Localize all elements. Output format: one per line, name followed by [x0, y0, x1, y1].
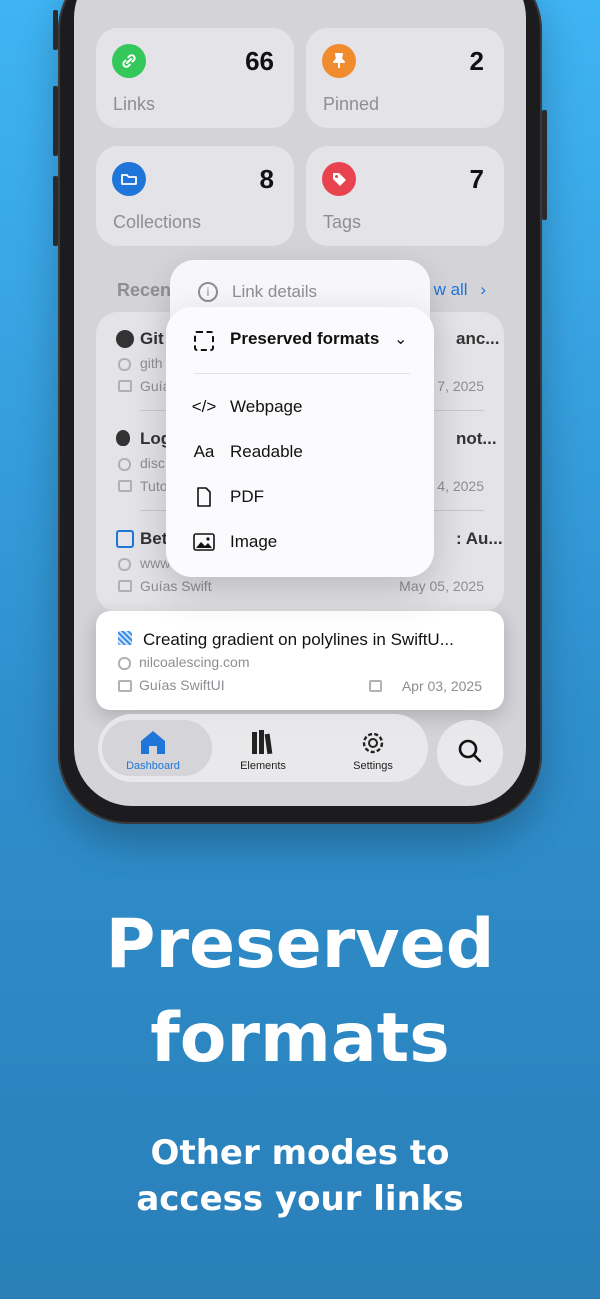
- menu-item-label: Readable: [230, 442, 303, 461]
- link-icon: [118, 558, 131, 571]
- row-folder: Guías Swift: [140, 578, 212, 594]
- row-folder: Tuto: [140, 478, 168, 494]
- row-url: disc: [140, 455, 165, 471]
- link-icon: [118, 458, 131, 471]
- row-title-tail: anc...: [456, 329, 500, 348]
- tab-dashboard[interactable]: Dashboard: [98, 714, 212, 782]
- row-title: Creating gradient on polylines in SwiftU…: [143, 630, 454, 649]
- menu-divider: [194, 373, 410, 374]
- photo-icon: [186, 530, 222, 554]
- headline: Preserved formats: [0, 898, 600, 1086]
- menu-item-image[interactable]: Image: [166, 522, 434, 562]
- menu-item-readable[interactable]: Aa Readable: [166, 432, 434, 472]
- row-date: May 05, 2025: [399, 578, 484, 594]
- site-icon: [116, 530, 134, 548]
- stat-count: 66: [245, 46, 274, 76]
- stat-count: 7: [469, 164, 484, 194]
- stat-card-pinned[interactable]: 2 Pinned: [306, 28, 504, 128]
- menu-item-label: Image: [230, 532, 278, 551]
- folder-icon: [118, 580, 132, 592]
- preserved-formats-menu: Preserved formats ⌄ </> Webpage Aa Reada…: [166, 307, 434, 577]
- stat-card-tags[interactable]: 7 Tags: [306, 146, 504, 246]
- gear-icon: [358, 728, 388, 758]
- row-date: 4, 2025: [437, 478, 484, 494]
- row-title: Bet: [140, 529, 168, 548]
- subheadline-line2: access your links: [136, 1179, 464, 1219]
- subheadline: Other modes to access your links: [0, 1130, 600, 1222]
- pin-icon: [322, 44, 356, 78]
- stat-card-collections[interactable]: 8 Collections: [96, 146, 294, 246]
- view-all-label: w all: [433, 280, 468, 299]
- site-favicon-icon: [118, 631, 132, 645]
- row-date: Apr 03, 2025: [401, 678, 482, 694]
- menu-item-label: PDF: [230, 487, 264, 506]
- row-folder: Guías SwiftUI: [139, 677, 225, 693]
- row-url: gith: [140, 355, 163, 371]
- chevron-down-icon: ⌄: [394, 331, 408, 348]
- apple-icon: [116, 430, 130, 446]
- volume-down-button: [53, 176, 58, 246]
- house-icon: [138, 728, 168, 758]
- folder-icon: [112, 162, 146, 196]
- text-icon: Aa: [193, 442, 215, 461]
- link-details-label: Link details: [232, 282, 318, 301]
- stat-count: 2: [469, 46, 484, 76]
- search-icon: [457, 738, 483, 769]
- tab-label: Dashboard: [126, 760, 180, 772]
- volume-up-button: [53, 86, 58, 156]
- calendar-icon: [369, 680, 382, 692]
- stat-card-links[interactable]: 66 Links: [96, 28, 294, 128]
- folder-icon: [118, 480, 132, 492]
- row-date: 7, 2025: [437, 378, 484, 394]
- code-icon: </>: [191, 397, 217, 416]
- view-all-link[interactable]: w all ›: [434, 280, 486, 300]
- preserved-formats-icon: [194, 331, 214, 351]
- recent-section-title: Recen: [117, 280, 172, 300]
- link-icon: [112, 44, 146, 78]
- document-icon: [186, 485, 222, 509]
- row-title: Git: [140, 329, 164, 348]
- side-button: [53, 10, 58, 50]
- link-icon: [118, 358, 131, 371]
- link-icon: [118, 657, 131, 670]
- subheadline-line1: Other modes to: [150, 1133, 450, 1173]
- stat-count: 8: [259, 164, 274, 194]
- stat-label: Tags: [323, 212, 362, 232]
- row-url: nilcoalescing.com: [139, 654, 250, 670]
- folder-icon: [118, 380, 132, 392]
- books-icon: [248, 728, 278, 758]
- tab-label: Settings: [353, 760, 393, 772]
- menu-header-label: Preserved formats: [230, 329, 380, 348]
- stat-label: Links: [113, 94, 156, 114]
- tag-icon: [322, 162, 356, 196]
- github-icon: [116, 330, 134, 348]
- row-title-tail: : Au...: [456, 529, 503, 548]
- folder-icon: [118, 680, 132, 692]
- tab-settings[interactable]: Settings: [318, 714, 428, 782]
- menu-item-pdf[interactable]: PDF: [166, 477, 434, 517]
- menu-item-label: Webpage: [230, 397, 303, 416]
- chevron-right-icon: ›: [480, 280, 486, 299]
- row-title-tail: not...: [456, 429, 497, 448]
- stat-label: Collections: [113, 212, 202, 232]
- power-button: [542, 110, 547, 220]
- highlighted-link-card[interactable]: Creating gradient on polylines in SwiftU…: [96, 611, 504, 710]
- headline-line1: Preserved: [105, 905, 495, 984]
- menu-item-webpage[interactable]: </> Webpage: [166, 387, 434, 427]
- info-icon: i: [198, 282, 218, 302]
- tab-label: Elements: [240, 760, 286, 772]
- stat-label: Pinned: [323, 94, 380, 114]
- search-button[interactable]: [437, 720, 503, 786]
- tab-bar: Dashboard Elements Settings: [98, 714, 428, 782]
- tab-elements[interactable]: Elements: [208, 714, 318, 782]
- headline-line2: formats: [150, 999, 450, 1078]
